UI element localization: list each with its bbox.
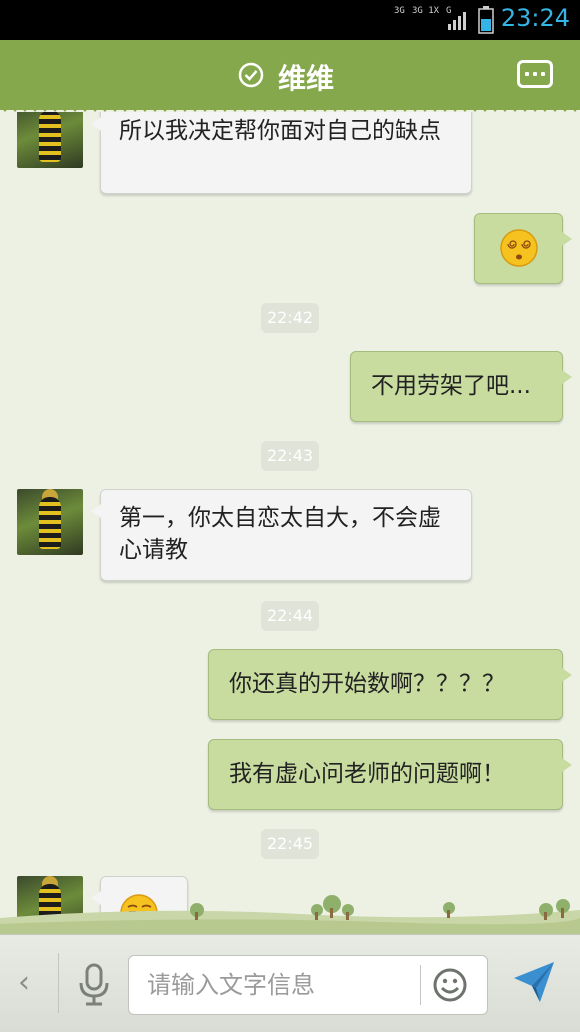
chevron-left-icon[interactable]: ‹ — [18, 965, 30, 1000]
smiley-icon[interactable] — [432, 967, 468, 1003]
message-bubble-incoming[interactable]: 第一，你太自恋太自大，不会虚心请教 — [91, 489, 472, 581]
battery-icon — [478, 6, 494, 34]
send-icon[interactable] — [510, 958, 558, 1006]
time-divider: 22:45 — [261, 829, 319, 859]
microphone-icon[interactable] — [76, 963, 112, 1007]
more-menu-button[interactable] — [517, 60, 553, 88]
message-text: 第一，你太自恋太自大，不会虚心请教 — [119, 505, 441, 563]
title-bar-edge — [0, 104, 580, 112]
chat-area[interactable]: 所以我决定帮你面对自己的缺点 22:42 不用劳架了吧... 22:43 第一，… — [0, 112, 580, 934]
message-text: 不用劳架了吧... — [371, 373, 531, 399]
message-bubble-outgoing[interactable]: 你还真的开始数啊？？？？ — [208, 649, 572, 720]
time-divider: 22:43 — [261, 441, 319, 471]
contact-avatar[interactable] — [17, 112, 83, 168]
message-bubble-outgoing[interactable]: 不用劳架了吧... — [350, 351, 572, 422]
more-icon — [525, 72, 545, 76]
time-divider: 22:44 — [261, 601, 319, 631]
message-bubble-outgoing[interactable]: 我有虚心问老师的问题啊！ — [208, 739, 572, 810]
time-divider: 22:42 — [261, 303, 319, 333]
signal-icon — [448, 12, 466, 30]
message-text: 你还真的开始数啊？？？？ — [229, 671, 505, 697]
dizzy-face-emoji — [500, 229, 538, 267]
network-type-1: 3G — [394, 6, 405, 16]
clock-time: 23:24 — [500, 4, 570, 32]
message-text: 我有虚心问老师的问题啊！ — [229, 761, 505, 787]
message-bubble-outgoing[interactable] — [474, 213, 572, 284]
divider — [58, 953, 59, 1013]
contact-avatar[interactable] — [17, 489, 83, 555]
network-type-2: 3G 1X — [412, 6, 440, 16]
message-bubble-incoming[interactable]: 所以我决定帮你面对自己的缺点 — [91, 112, 472, 194]
divider — [420, 965, 421, 1005]
message-text: 所以我决定帮你面对自己的缺点 — [119, 118, 441, 144]
check-circle-icon — [238, 62, 264, 88]
chat-title: 维维 — [278, 62, 335, 95]
input-bar: ‹ 请输入文字信息 — [0, 934, 580, 1032]
status-bar: 3G 3G 1X G 23:24 — [0, 0, 580, 40]
landscape-decoration — [0, 895, 580, 934]
message-input-placeholder: 请输入文字信息 — [147, 971, 315, 999]
